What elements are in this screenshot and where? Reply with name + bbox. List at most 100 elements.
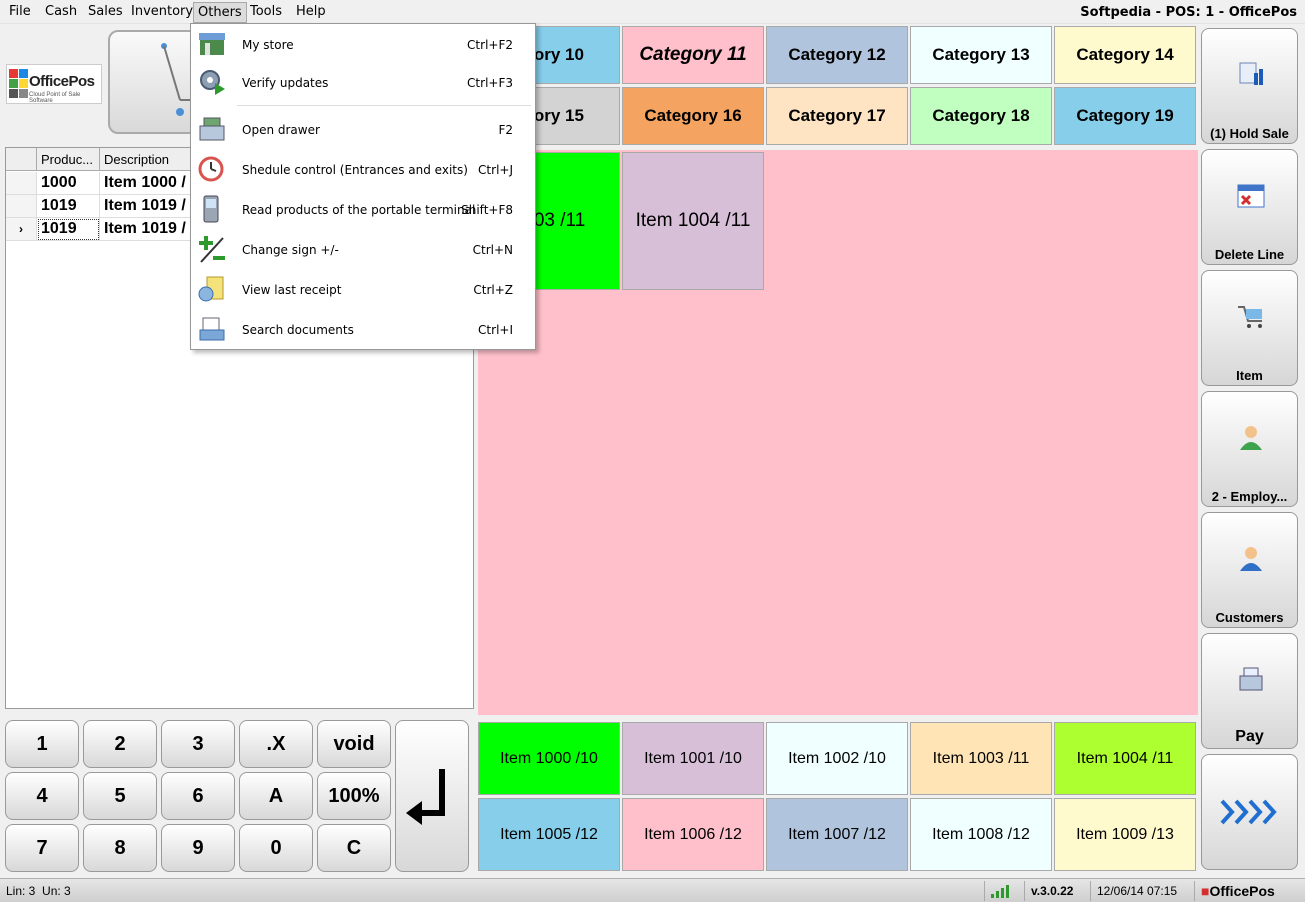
item-1009-button[interactable]: Item 1009 /13 <box>1054 798 1196 871</box>
key-2[interactable]: 2 <box>83 720 157 768</box>
menu-item-read-portable-terminal[interactable]: Read products of the portable terminal S… <box>191 191 535 227</box>
menu-item-shortcut: F2 <box>498 123 513 137</box>
item-1004-button[interactable]: Item 1004 /11 <box>1054 722 1196 795</box>
item-1000-button[interactable]: Item 1000 /10 <box>478 722 620 795</box>
item-label: Item 1007 /12 <box>788 825 886 843</box>
item-1008-button[interactable]: Item 1008 /12 <box>910 798 1052 871</box>
terminal-icon <box>203 195 219 223</box>
cart-icon <box>1238 306 1262 328</box>
delete-line-button[interactable]: Delete Line <box>1201 149 1298 265</box>
category-13-button[interactable]: Category 13 <box>910 26 1052 84</box>
key-8[interactable]: 8 <box>83 824 157 872</box>
menu-inventory[interactable]: Inventory <box>131 4 193 19</box>
category-14-button[interactable]: Category 14 <box>1054 26 1196 84</box>
row-product-code: 1019 <box>37 195 100 218</box>
pay-button[interactable]: Pay <box>1201 633 1298 749</box>
signal-icon <box>984 881 1024 901</box>
menu-item-change-sign[interactable]: Change sign +/- Ctrl+N <box>191 231 535 267</box>
cash-register-icon <box>1239 667 1263 691</box>
menu-item-label: Open drawer <box>242 123 320 137</box>
key-multiply[interactable]: .X <box>239 720 313 768</box>
key-void[interactable]: void <box>317 720 391 768</box>
key-clear[interactable]: C <box>317 824 391 872</box>
item-label: Item 1001 /10 <box>644 749 742 767</box>
menu-item-shortcut: Ctrl+F3 <box>467 76 513 90</box>
item-1006-button[interactable]: Item 1006 /12 <box>622 798 764 871</box>
item-1004-button[interactable]: Item 1004 /11 <box>622 152 764 290</box>
category-19-button[interactable]: Category 19 <box>1054 87 1196 145</box>
category-label: Category 12 <box>788 45 886 64</box>
pay-label: Pay <box>1235 728 1264 745</box>
row-selector[interactable]: › <box>6 218 37 241</box>
key-5[interactable]: 5 <box>83 772 157 820</box>
menu-item-my-store[interactable]: My store Ctrl+F2 <box>191 26 535 62</box>
item-label: Item 1003 /11 <box>932 749 1030 767</box>
item-button[interactable]: Item <box>1201 270 1298 386</box>
item-label: Item 1002 /10 <box>788 749 886 767</box>
key-100-percent[interactable]: 100% <box>317 772 391 820</box>
drawer-icon <box>199 117 225 141</box>
item-label: Item 1008 /12 <box>932 825 1030 843</box>
menu-item-verify-updates[interactable]: Verify updates Ctrl+F3 <box>191 64 535 100</box>
menu-item-view-last-receipt[interactable]: View last receipt Ctrl+Z <box>191 271 535 307</box>
menu-item-label: My store <box>242 38 294 52</box>
item-1005-button[interactable]: Item 1005 /12 <box>478 798 620 871</box>
delete-line-label: Delete Line <box>1214 247 1285 262</box>
menu-item-open-drawer[interactable]: Open drawer F2 <box>191 111 535 147</box>
menu-item-search-documents[interactable]: Search documents Ctrl+I <box>191 311 535 347</box>
row-product-code: 1000 <box>37 172 100 195</box>
menu-cash[interactable]: Cash <box>45 4 77 19</box>
category-12-button[interactable]: Category 12 <box>766 26 908 84</box>
menu-bar: File Cash Sales Inventory Others Tools H… <box>0 0 1305 24</box>
logo-name: OfficePos <box>29 73 95 90</box>
item-1002-button[interactable]: Item 1002 /10 <box>766 722 908 795</box>
receipt-icon <box>198 276 224 302</box>
key-9[interactable]: 9 <box>161 824 235 872</box>
menu-help[interactable]: Help <box>296 4 326 19</box>
item-1003-button[interactable]: Item 1003 /11 <box>910 722 1052 795</box>
officepos-logo: OfficePos Cloud Point of Sale Software <box>6 64 102 104</box>
category-18-button[interactable]: Category 18 <box>910 87 1052 145</box>
category-16-button[interactable]: Category 16 <box>622 87 764 145</box>
status-bar: Lin: 3 Un: 3 v.3.0.22 12/06/14 07:15 ■Of… <box>0 878 1305 902</box>
key-3[interactable]: 3 <box>161 720 235 768</box>
menu-item-label: Verify updates <box>242 76 329 90</box>
category-11-button[interactable]: Category 11 <box>622 26 764 84</box>
item-label: Item 1004 /11 <box>1076 749 1174 767</box>
category-17-button[interactable]: Category 17 <box>766 87 908 145</box>
grid-header-product[interactable]: Produc... <box>37 148 100 171</box>
item-1001-button[interactable]: Item 1001 /10 <box>622 722 764 795</box>
clock-icon <box>198 156 224 182</box>
enter-key[interactable] <box>395 720 469 872</box>
menu-others[interactable]: Others <box>193 2 247 23</box>
category-label: Category 13 <box>932 45 1030 64</box>
forward-button[interactable] <box>1201 754 1298 870</box>
customers-button[interactable]: Customers <box>1201 512 1298 628</box>
menu-item-shortcut: Ctrl+Z <box>473 283 513 297</box>
key-4[interactable]: 4 <box>5 772 79 820</box>
key-1[interactable]: 1 <box>5 720 79 768</box>
key-6[interactable]: 6 <box>161 772 235 820</box>
status-datetime: 12/06/14 07:15 <box>1090 881 1194 901</box>
item-label: Item 1004 /11 <box>635 210 751 231</box>
row-selector[interactable] <box>6 195 37 218</box>
hold-sale-label: (1) Hold Sale <box>1210 126 1289 141</box>
row-selector[interactable] <box>6 172 37 195</box>
category-label: Category 14 <box>1076 45 1174 64</box>
key-a[interactable]: A <box>239 772 313 820</box>
menu-item-shortcut: Ctrl+N <box>472 243 513 257</box>
hold-sale-button[interactable]: (1) Hold Sale <box>1201 28 1298 144</box>
key-0[interactable]: 0 <box>239 824 313 872</box>
category-label: Category 16 <box>644 106 742 125</box>
grid-header-selector <box>6 148 37 171</box>
menu-file[interactable]: File <box>9 4 31 19</box>
plus-minus-icon <box>199 236 225 263</box>
menu-item-label: Change sign +/- <box>242 243 339 257</box>
menu-item-schedule-control[interactable]: Shedule control (Entrances and exits) Ct… <box>191 151 535 187</box>
others-menu-dropdown: My store Ctrl+F2 Verify updates Ctrl+F3 … <box>190 23 536 350</box>
menu-tools[interactable]: Tools <box>250 4 282 19</box>
key-7[interactable]: 7 <box>5 824 79 872</box>
menu-sales[interactable]: Sales <box>88 4 123 19</box>
item-1007-button[interactable]: Item 1007 /12 <box>766 798 908 871</box>
employee-button[interactable]: 2 - Employ... <box>1201 391 1298 507</box>
